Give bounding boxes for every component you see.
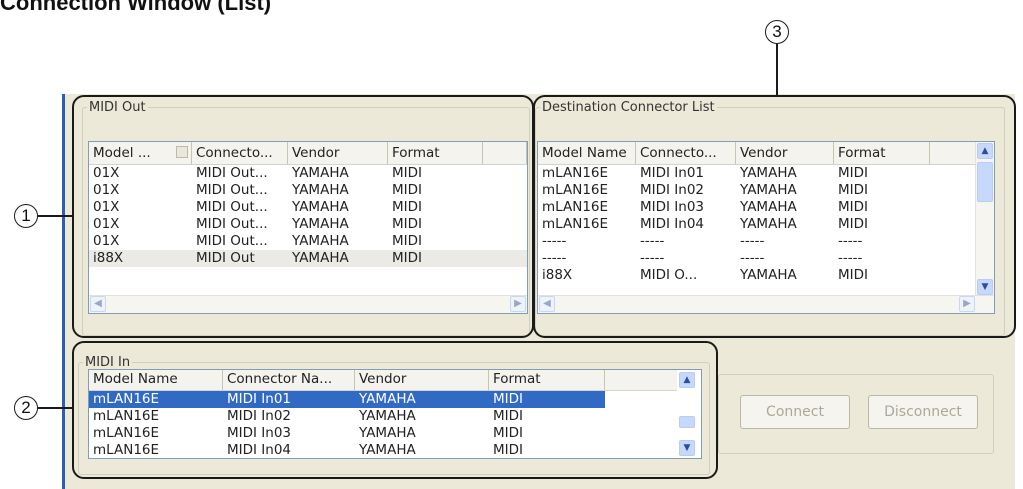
callout-marker-1: 1 bbox=[14, 204, 38, 228]
document-heading: Connection Window (List) bbox=[0, 0, 272, 15]
window-top-edge bbox=[62, 92, 1015, 94]
callout-leader-2 bbox=[38, 407, 73, 409]
callout-frame-2 bbox=[72, 341, 718, 479]
callout-frame-1 bbox=[72, 95, 534, 338]
disconnect-button[interactable]: Disconnect bbox=[868, 395, 978, 429]
callout-leader-1 bbox=[38, 215, 73, 217]
callout-marker-3: 3 bbox=[765, 20, 789, 44]
callout-marker-2: 2 bbox=[14, 396, 38, 420]
callout-frame-3 bbox=[533, 95, 1016, 338]
connect-button[interactable]: Connect bbox=[740, 395, 850, 429]
callout-leader-3 bbox=[776, 44, 778, 96]
